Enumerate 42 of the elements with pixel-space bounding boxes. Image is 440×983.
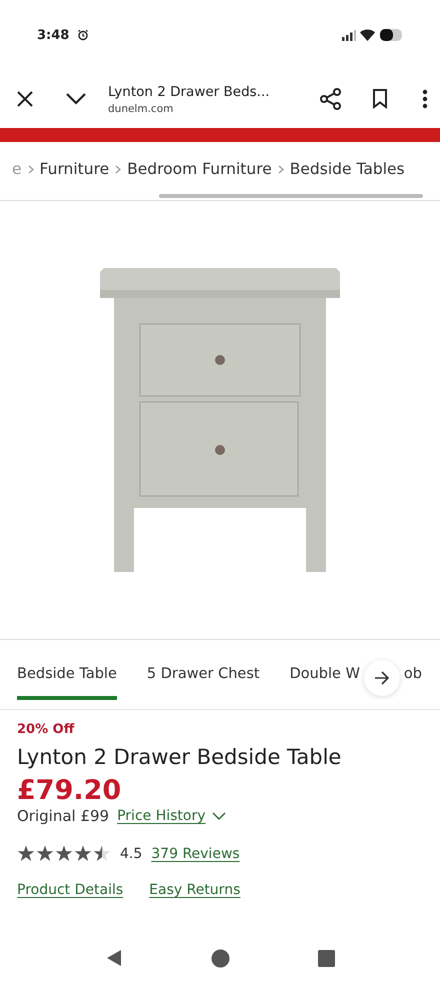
home-button[interactable] (211, 948, 230, 968)
breadcrumb-link[interactable]: Furniture (40, 160, 110, 178)
star-icon (74, 845, 92, 862)
star-icon (36, 845, 54, 862)
page-title: Lynton 2 Drawer Beds... (108, 84, 271, 100)
sale-price: £79.20 (17, 775, 122, 806)
info-link[interactable]: Easy Returns (149, 882, 240, 898)
variant-tab[interactable]: Bedside Table (17, 660, 117, 700)
arrow-right-icon (374, 671, 390, 685)
breadcrumb-link[interactable]: Bedside Tables (290, 160, 405, 178)
chevron-down-icon (212, 812, 226, 820)
close-button[interactable] (16, 90, 34, 108)
variant-tab[interactable]: Double W (290, 660, 360, 700)
more-menu-button[interactable] (422, 89, 428, 109)
back-button[interactable] (105, 949, 123, 967)
page-domain: dunelm.com (108, 102, 174, 114)
rating-value: 4.5 (120, 846, 142, 862)
wifi-icon (360, 29, 375, 41)
scroll-right-button[interactable] (364, 660, 400, 696)
signal-icon (342, 30, 356, 40)
chevron-right-icon (278, 164, 284, 174)
chevron-right-icon (28, 164, 34, 174)
variant-tab[interactable]: 5 Drawer Chest (146, 660, 260, 700)
battery-icon (380, 29, 404, 41)
original-price: Original £99 (17, 807, 110, 825)
star-icon (17, 845, 35, 862)
star-icon (55, 845, 73, 862)
bookmark-button[interactable] (372, 89, 388, 109)
star-icon (93, 845, 111, 862)
recents-button[interactable] (318, 950, 335, 966)
clock-time: 3:48 (37, 28, 70, 42)
alarm-icon (77, 29, 90, 41)
variant-tab[interactable]: ob (404, 660, 422, 700)
product-title: Lynton 2 Drawer Bedside Table (17, 745, 342, 769)
discount-label: 20% Off (17, 722, 76, 737)
share-button[interactable] (320, 88, 342, 110)
price-history-link[interactable]: Price History (117, 808, 206, 824)
breadcrumb-link[interactable]: Bedroom Furniture (127, 160, 272, 178)
info-link[interactable]: Product Details (17, 882, 124, 898)
reviews-link[interactable]: 379 Reviews (151, 846, 240, 862)
chevron-right-icon (115, 164, 122, 174)
chevron-down-button[interactable] (66, 93, 86, 105)
